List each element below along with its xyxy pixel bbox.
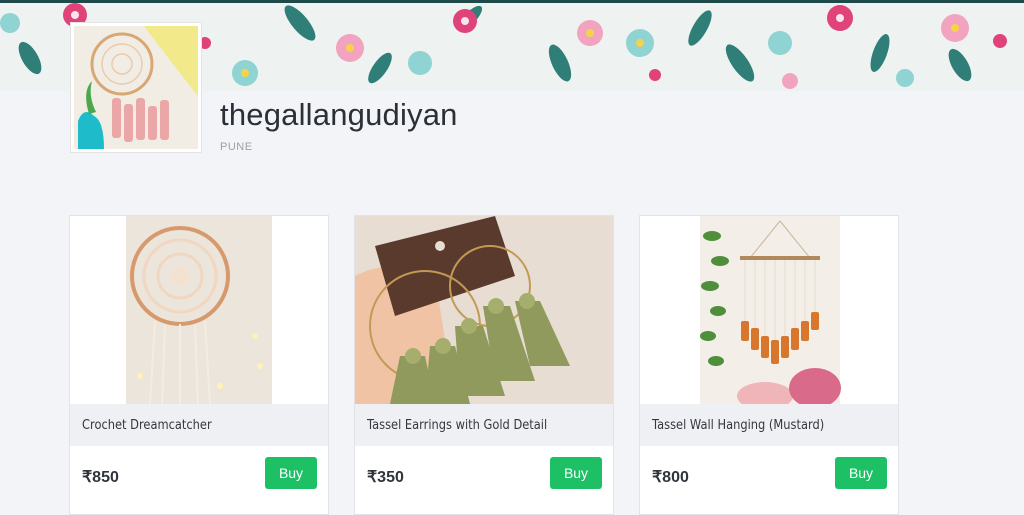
- product-image[interactable]: [70, 216, 328, 404]
- product-price: ₹350: [367, 469, 404, 486]
- shop-name: thegallangudiyan: [220, 97, 458, 132]
- buy-button[interactable]: Buy: [550, 457, 602, 489]
- product-card[interactable]: Tassel Earrings with Gold Detail ₹350 Bu…: [354, 215, 614, 515]
- product-title[interactable]: Tassel Earrings with Gold Detail: [367, 418, 547, 433]
- product-image[interactable]: [640, 216, 898, 404]
- product-image[interactable]: [355, 216, 613, 404]
- product-title-bar: Crochet Dreamcatcher: [70, 404, 328, 446]
- product-title-bar: Tassel Wall Hanging (Mustard): [640, 404, 898, 446]
- product-title-bar: Tassel Earrings with Gold Detail: [355, 404, 613, 446]
- buy-button[interactable]: Buy: [835, 457, 887, 489]
- product-price: ₹800: [652, 469, 689, 486]
- product-title[interactable]: Crochet Dreamcatcher: [82, 418, 212, 433]
- product-title[interactable]: Tassel Wall Hanging (Mustard): [652, 418, 824, 433]
- shop-location: PUNE: [220, 141, 253, 153]
- product-card[interactable]: Tassel Wall Hanging (Mustard) ₹800 Buy: [639, 215, 899, 515]
- shop-avatar: [70, 22, 202, 153]
- product-card[interactable]: Crochet Dreamcatcher ₹850 Buy: [69, 215, 329, 515]
- buy-button[interactable]: Buy: [265, 457, 317, 489]
- product-price: ₹850: [82, 469, 119, 486]
